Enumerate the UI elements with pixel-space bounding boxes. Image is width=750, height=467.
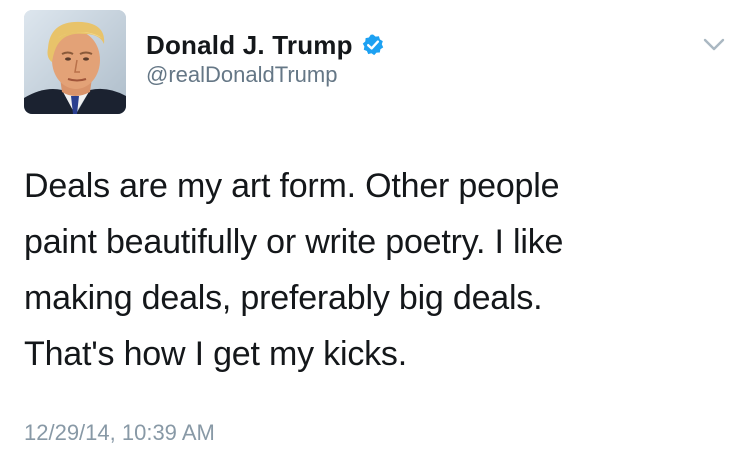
author-name-row: Donald J. Trump — [146, 28, 385, 62]
chevron-down-icon[interactable] — [702, 36, 726, 54]
avatar[interactable] — [24, 10, 126, 114]
user-handle[interactable]: @realDonaldTrump — [146, 62, 337, 88]
verified-badge-icon — [361, 33, 385, 57]
tweet-card: Donald J. Trump @realDonaldTrump Deals a… — [0, 0, 750, 467]
tweet-text: Deals are my art form. Other people pain… — [24, 167, 564, 373]
tweet-timestamp[interactable]: 12/29/14, 10:39 AM — [24, 420, 215, 446]
display-name[interactable]: Donald J. Trump — [146, 30, 353, 61]
profile-photo-icon — [24, 10, 126, 114]
